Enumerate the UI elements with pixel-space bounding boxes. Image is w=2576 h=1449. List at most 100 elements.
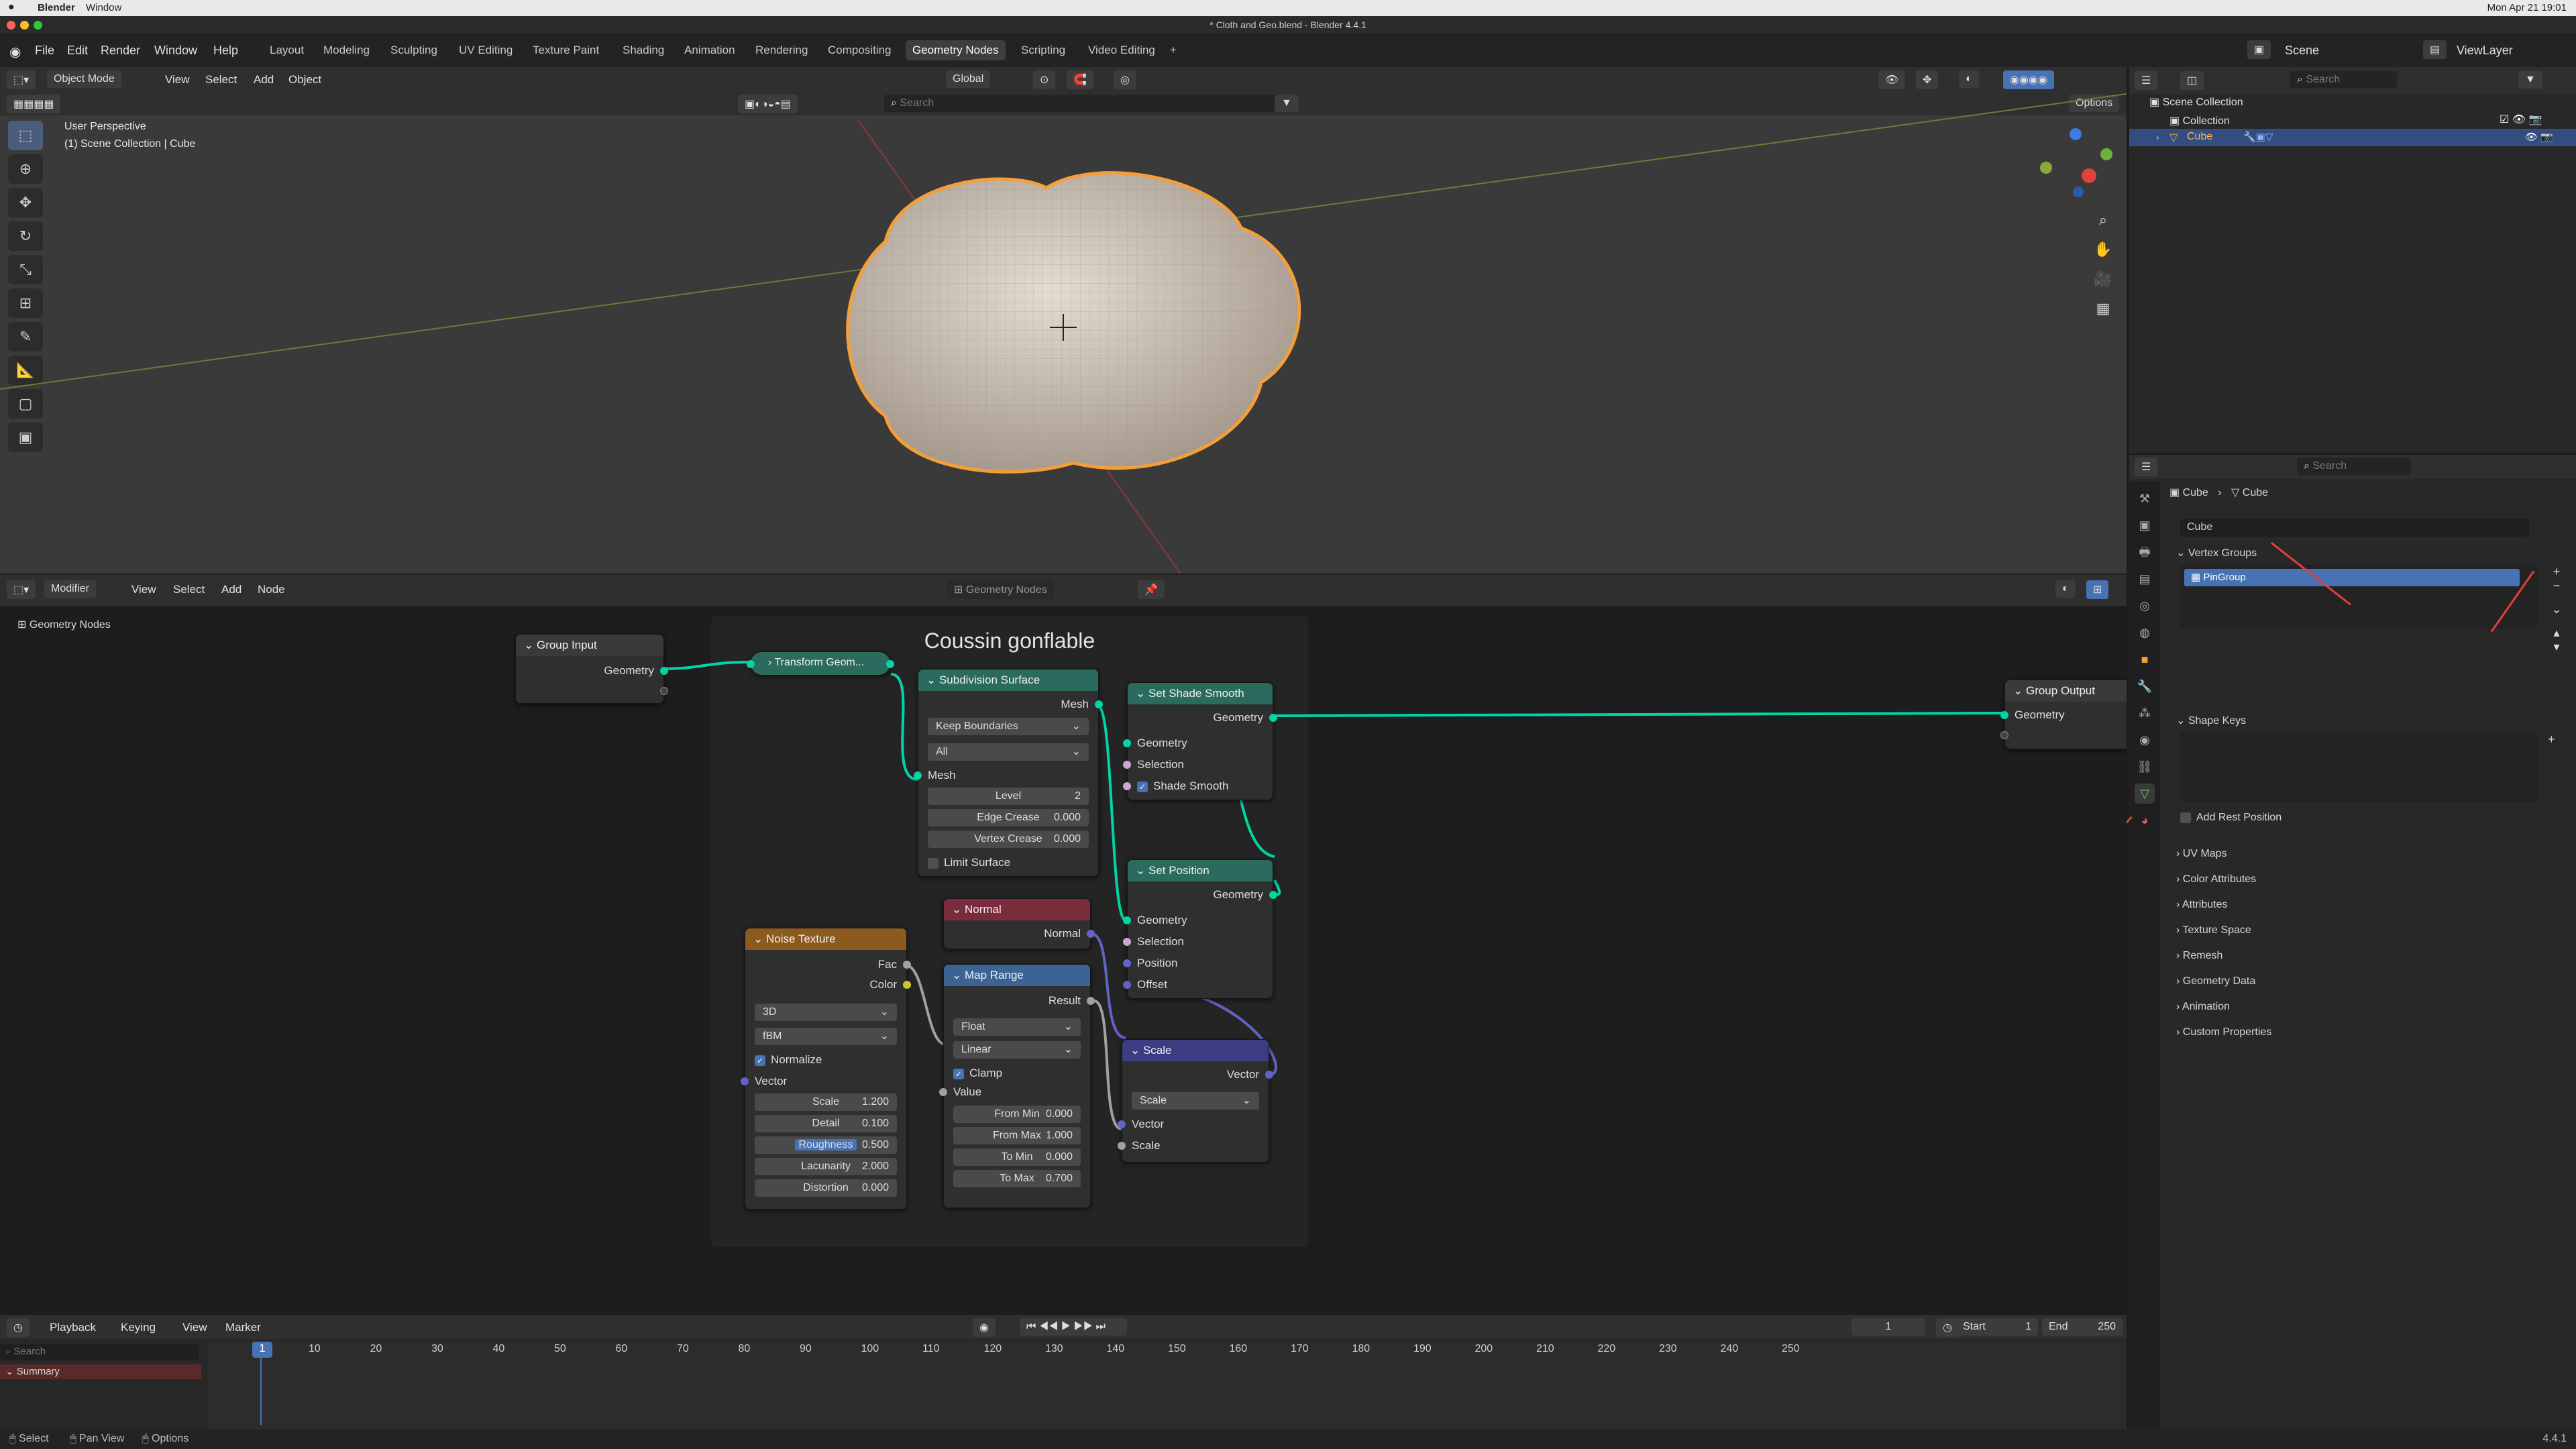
move-up-icon[interactable]: ▴	[2548, 626, 2565, 640]
render-tab-icon[interactable]: ▣	[2135, 515, 2155, 535]
minimize-window-button[interactable]	[20, 21, 29, 30]
from-max-field[interactable]: From Max 1.000	[953, 1127, 1081, 1144]
menu-marker[interactable]: Marker	[225, 1321, 261, 1334]
blender-logo-icon[interactable]: ◉	[9, 44, 21, 60]
geometry-output-socket[interactable]	[1269, 714, 1277, 722]
menu-playback[interactable]: Playback	[50, 1321, 96, 1334]
interpolation-dropdown[interactable]: Linear ⌄	[953, 1041, 1081, 1059]
operation-dropdown[interactable]: Scale ⌄	[1132, 1092, 1259, 1110]
geometry-input-socket[interactable]	[1123, 916, 1131, 924]
scene-collection-row[interactable]: ▣ Scene Collection	[2149, 95, 2243, 109]
value-input-socket[interactable]	[939, 1088, 947, 1096]
apple-icon[interactable]: ●	[8, 1, 15, 13]
vgroup-menu-icon[interactable]: ⌄	[2548, 602, 2565, 616]
zoom-icon[interactable]: ⌕	[2092, 205, 2114, 235]
remove-vertex-group-button[interactable]: −	[2548, 579, 2565, 593]
menu-window[interactable]: Window	[154, 44, 197, 58]
current-frame-field[interactable]: 1	[1851, 1318, 1925, 1336]
mesh-name-field[interactable]: Cube	[2180, 519, 2529, 537]
material-tab-icon[interactable]: ◕	[2135, 810, 2155, 830]
collection-row[interactable]: ▣ Collection	[2169, 114, 2230, 127]
tab-shading[interactable]: Shading	[616, 40, 671, 60]
node-header[interactable]: ⌄ Scale	[1122, 1040, 1269, 1061]
tool-tab-icon[interactable]: ⚒	[2135, 488, 2155, 508]
empty-input-socket[interactable]	[2000, 731, 2008, 739]
tab-layout[interactable]: Layout	[263, 40, 311, 60]
node-map-range[interactable]: ⌄ Map Range Result Float ⌄ Linear ⌄ ✓ Clamp…	[939, 964, 1095, 1208]
start-frame-field[interactable]: Start 1	[1956, 1318, 2038, 1336]
scale-input-socket[interactable]	[1118, 1142, 1126, 1150]
display-mode-icon[interactable]: ◫	[2180, 71, 2204, 90]
constraints-tab-icon[interactable]: ⛓	[2135, 757, 2155, 777]
vertex-groups-panel-header[interactable]: ⌄ Vertex Groups	[2176, 546, 2257, 559]
selection-input-socket[interactable]	[1123, 761, 1131, 769]
offset-input-socket[interactable]	[1123, 981, 1131, 989]
filter-icon[interactable]: ▼	[2518, 71, 2542, 89]
tab-animation[interactable]: Animation	[678, 40, 742, 60]
object-tab-icon[interactable]: ■	[2135, 649, 2155, 669]
node-header[interactable]: ⌄ Group Output	[2005, 680, 2127, 702]
expand-icon[interactable]: ›	[2156, 131, 2159, 142]
mesh-output-socket[interactable]	[1095, 700, 1103, 708]
panel-color-attributes[interactable]: › Color Attributes	[2176, 867, 2271, 892]
normalize-checkbox[interactable]: ✓ Normalize	[745, 1051, 906, 1069]
geometry-input-socket[interactable]	[747, 660, 755, 668]
tab-video-editing[interactable]: Video Editing	[1081, 40, 1162, 60]
pan-hand-icon[interactable]: ✋	[2092, 235, 2114, 264]
node-set-shade-smooth[interactable]: ⌄ Set Shade Smooth Geometry Geometry Sel…	[1123, 682, 1277, 800]
node-set-position[interactable]: ⌄ Set Position Geometry Geometry Selecti…	[1123, 859, 1277, 999]
node-header[interactable]: ⌄ Noise Texture	[745, 928, 906, 950]
3d-viewport[interactable]: ⬚▾ Object Mode View Select Add Object Gl…	[0, 67, 2127, 574]
playhead[interactable]: 1	[252, 1342, 272, 1358]
color-output-socket[interactable]	[903, 981, 911, 989]
window-menu[interactable]: Window	[86, 2, 121, 13]
vertex-crease-field[interactable]: Vertex Crease 0.000	[928, 830, 1089, 848]
tab-rendering[interactable]: Rendering	[749, 40, 814, 60]
node-header[interactable]: ⌄ Map Range	[944, 965, 1090, 986]
grid-icon[interactable]: ▦	[2092, 294, 2114, 323]
detail-field[interactable]: Detail 0.100	[755, 1115, 897, 1132]
vector-input-socket[interactable]	[1118, 1120, 1126, 1128]
normal-output-socket[interactable]	[1087, 930, 1095, 938]
menu-edit[interactable]: Edit	[67, 44, 88, 58]
shape-keys-panel-header[interactable]: ⌄ Shape Keys	[2176, 714, 2246, 727]
view-layer-tab-icon[interactable]: ▤	[2135, 569, 2155, 589]
data-tab-icon[interactable]: ▽	[2135, 784, 2155, 804]
node-editor[interactable]: ⬚▾ Modifier View Select Add Node ⊞ Geome…	[0, 575, 2127, 1313]
geometry-output-socket[interactable]	[660, 667, 668, 675]
autokey-icon[interactable]: ◉	[973, 1318, 996, 1337]
menu-help[interactable]: Help	[213, 44, 238, 58]
panel-geometry-data[interactable]: › Geometry Data	[2176, 969, 2271, 994]
edge-crease-field[interactable]: Edge Crease 0.000	[928, 809, 1089, 826]
summary-channel[interactable]: ⌄ Summary	[0, 1364, 201, 1379]
tab-modeling[interactable]: Modeling	[317, 40, 376, 60]
playback-controls[interactable]: ⏮ ◀◀ ▶ ▶▶ ⏭	[1020, 1318, 1127, 1336]
add-shape-key-button[interactable]: +	[2548, 733, 2555, 747]
node-normal[interactable]: ⌄ Normal Normal	[943, 898, 1095, 949]
limit-surface-checkbox[interactable]: Limit Surface	[918, 853, 1098, 872]
menu-keying[interactable]: Keying	[121, 1321, 156, 1334]
result-output-socket[interactable]	[1087, 997, 1095, 1005]
vertex-group-list[interactable]: ▦ PinGroup	[2180, 565, 2538, 628]
collection-visibility-icons[interactable]: ☑ 👁 📷	[2500, 113, 2542, 126]
scene-selector[interactable]: Scene	[2285, 44, 2319, 58]
geometry-input-socket[interactable]	[2000, 711, 2008, 719]
geometry-output-socket[interactable]	[886, 660, 894, 668]
menu-view[interactable]: View	[182, 1321, 207, 1334]
timeline-search-input[interactable]: ⌕ Search	[0, 1344, 199, 1360]
data-type-dropdown[interactable]: Float ⌄	[953, 1018, 1081, 1036]
to-min-field[interactable]: To Min 0.000	[953, 1148, 1081, 1166]
stopwatch-icon[interactable]: ◷	[1936, 1318, 1959, 1337]
shape-key-list[interactable]	[2180, 733, 2538, 802]
world-tab-icon[interactable]: ◍	[2135, 623, 2155, 643]
node-vector-scale[interactable]: ⌄ Scale Vector Scale ⌄ Vector Scale	[1118, 1039, 1273, 1163]
menu-file[interactable]: File	[35, 44, 54, 58]
outliner-editor-icon[interactable]: ☰	[2135, 71, 2158, 90]
panel-uv-maps[interactable]: › UV Maps	[2176, 841, 2271, 867]
tab-scripting[interactable]: Scripting	[1014, 40, 1072, 60]
shade-smooth-input-socket[interactable]	[1123, 782, 1131, 790]
cube-row[interactable]: › ▽ Cube 🔧▣▽ 👁 📷	[2129, 129, 2576, 146]
modifier-tab-icon[interactable]: 🔧	[2135, 676, 2155, 696]
node-subdivision-surface[interactable]: ⌄ Subdivision Surface Mesh Keep Boundari…	[914, 669, 1103, 877]
selection-input-socket[interactable]	[1123, 938, 1131, 946]
